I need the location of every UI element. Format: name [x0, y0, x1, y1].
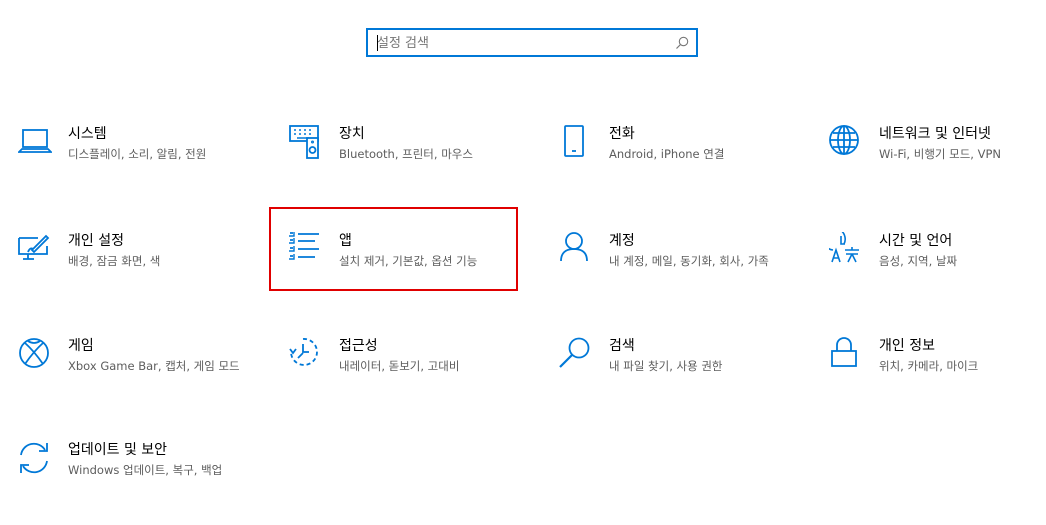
search-icon[interactable]	[675, 36, 689, 50]
category-title: 접근성	[339, 338, 378, 354]
category-update-security[interactable]: 업데이트 및 보안 Windows 업데이트, 복구, 백업	[18, 441, 262, 519]
selection-highlight	[269, 207, 518, 291]
category-system[interactable]: 시스템 디스플레이, 소리, 알림, 전원	[18, 125, 262, 203]
category-desc: 배경, 잠금 화면, 색	[68, 254, 161, 268]
category-desc: Android, iPhone 연결	[609, 147, 725, 161]
category-phone[interactable]: 전화 Android, iPhone 연결	[559, 125, 803, 203]
category-title: 개인 설정	[68, 233, 124, 249]
personalization-icon	[18, 232, 52, 266]
laptop-icon	[18, 125, 52, 159]
category-title: 업데이트 및 보안	[68, 442, 168, 458]
category-title: 네트워크 및 인터넷	[879, 126, 991, 142]
devices-icon	[289, 125, 323, 159]
accessibility-icon	[289, 337, 323, 371]
category-network[interactable]: 네트워크 및 인터넷 Wi-Fi, 비행기 모드, VPN	[829, 125, 1046, 203]
globe-icon	[829, 125, 863, 159]
category-title: 시간 및 언어	[879, 233, 953, 249]
category-gaming[interactable]: 게임 Xbox Game Bar, 캡처, 게임 모드	[18, 337, 262, 415]
xbox-icon	[18, 337, 52, 371]
category-title: 게임	[68, 338, 94, 354]
category-desc: 내 계정, 메일, 동기화, 회사, 가족	[609, 254, 769, 268]
settings-home: 시스템 디스플레이, 소리, 알림, 전원 장치 Bluetooth, 프린터,…	[0, 0, 1046, 525]
category-title: 검색	[609, 338, 635, 354]
category-title: 계정	[609, 233, 635, 249]
category-personalization[interactable]: 개인 설정 배경, 잠금 화면, 색	[18, 232, 262, 310]
category-desc: 위치, 카메라, 마이크	[879, 359, 979, 373]
category-title: 전화	[609, 126, 635, 142]
lock-icon	[829, 337, 863, 371]
search-box[interactable]	[366, 28, 698, 57]
category-search[interactable]: 검색 내 파일 찾기, 사용 권한	[559, 337, 803, 415]
phone-icon	[559, 125, 593, 159]
search-input[interactable]	[377, 33, 667, 53]
person-icon	[559, 232, 593, 266]
category-devices[interactable]: 장치 Bluetooth, 프린터, 마우스	[289, 125, 533, 203]
category-title: 개인 정보	[879, 338, 935, 354]
category-desc: Bluetooth, 프린터, 마우스	[339, 147, 473, 161]
category-title: 장치	[339, 126, 365, 142]
search-magnifier-icon	[559, 337, 593, 371]
category-time-language[interactable]: 시간 및 언어 음성, 지역, 날짜	[829, 232, 1046, 310]
category-accessibility[interactable]: 접근성 내레이터, 돋보기, 고대비	[289, 337, 533, 415]
category-privacy[interactable]: 개인 정보 위치, 카메라, 마이크	[829, 337, 1046, 415]
category-desc: 내레이터, 돋보기, 고대비	[339, 359, 460, 373]
category-desc: Xbox Game Bar, 캡처, 게임 모드	[68, 359, 240, 373]
update-sync-icon	[18, 441, 52, 475]
category-desc: 음성, 지역, 날짜	[879, 254, 958, 268]
text-caret	[377, 35, 378, 51]
time-language-icon	[829, 232, 863, 266]
category-title: 시스템	[68, 126, 107, 142]
category-desc: Wi-Fi, 비행기 모드, VPN	[879, 147, 1002, 161]
category-desc: 디스플레이, 소리, 알림, 전원	[68, 147, 207, 161]
category-desc: Windows 업데이트, 복구, 백업	[68, 463, 223, 477]
category-desc: 내 파일 찾기, 사용 권한	[609, 359, 723, 373]
category-accounts[interactable]: 계정 내 계정, 메일, 동기화, 회사, 가족	[559, 232, 803, 310]
